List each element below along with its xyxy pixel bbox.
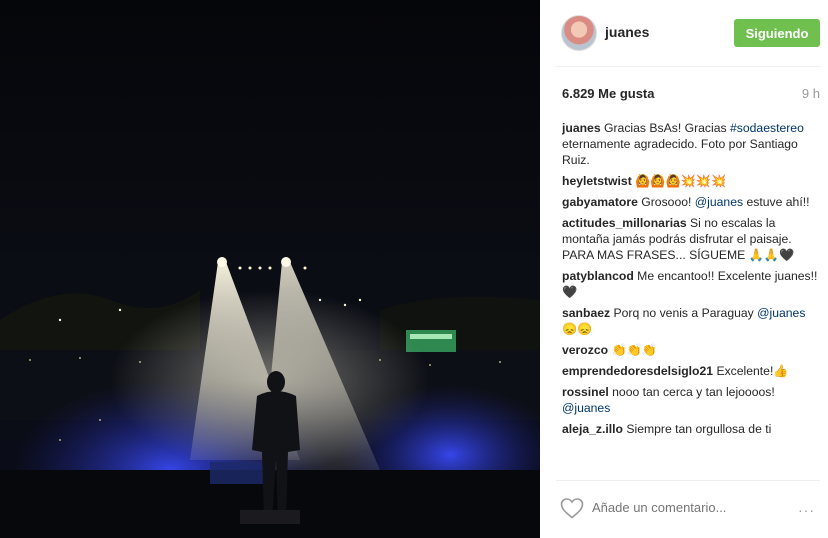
comment-username[interactable]: aleja_z.illo: [562, 422, 623, 436]
comment-item: emprendedoresdelsiglo21 Excelente!👍: [562, 363, 820, 379]
comment-username[interactable]: emprendedoresdelsiglo21: [562, 364, 713, 378]
author-username[interactable]: juanes: [605, 24, 649, 40]
post-photo[interactable]: [0, 0, 540, 538]
comment-item: actitudes_millonarias Si no escalas la m…: [562, 215, 820, 263]
comment-item: gabyamatore Grosooo! @juanes estuve ahí!…: [562, 194, 820, 210]
comment-item: aleja_z.illo Siempre tan orgullosa de ti: [562, 421, 820, 437]
comment-link[interactable]: @juanes: [757, 306, 805, 320]
comment-link[interactable]: #sodaestereo: [730, 121, 804, 135]
comment-text: Siempre tan orgullosa de ti: [626, 422, 772, 436]
comment-item: rossinel nooo tan cerca y tan lejoooos! …: [562, 384, 820, 416]
comment-text: estuve ahí!!: [743, 195, 810, 209]
comment-text: 😞😞: [562, 322, 593, 336]
post-side-panel: juanes Siguiendo 6.829 Me gusta 9 h juan…: [540, 0, 828, 538]
comment-text: nooo tan cerca y tan lejoooos!: [612, 385, 775, 399]
comment-input[interactable]: [592, 500, 782, 515]
comment-username[interactable]: patyblancod: [562, 269, 634, 283]
comment-username[interactable]: juanes: [562, 121, 601, 135]
comment-item: patyblancod Me encantoo!! Excelente juan…: [562, 268, 820, 300]
comment-username[interactable]: actitudes_millonarias: [562, 216, 687, 230]
comment-text: Excelente!👍: [716, 364, 789, 378]
heart-icon[interactable]: [560, 497, 584, 519]
comment-username[interactable]: heyletstwist: [562, 174, 632, 188]
comment-text: 🙆🙆🙆💥💥💥: [635, 174, 727, 188]
comment-username[interactable]: sanbaez: [562, 306, 610, 320]
comment-text: Grosooo!: [641, 195, 695, 209]
comment-text: Porq no venis a Paraguay: [613, 306, 758, 320]
likes-count[interactable]: 6.829 Me gusta: [562, 86, 655, 101]
concert-stage-image: [0, 0, 540, 538]
comment-link[interactable]: @juanes: [562, 401, 610, 415]
comment-item: verozco 👏👏👏: [562, 342, 820, 358]
comment-text: eternamente agradecido. Foto por Santiag…: [562, 137, 798, 167]
post-header: juanes Siguiendo: [540, 0, 828, 66]
comment-username[interactable]: verozco: [562, 343, 608, 357]
comment-item: juanes Gracias BsAs! Gracias #sodaestere…: [562, 120, 820, 168]
more-options-icon[interactable]: ···: [798, 502, 815, 518]
following-button[interactable]: Siguiendo: [734, 19, 820, 47]
comment-username[interactable]: gabyamatore: [562, 195, 638, 209]
comment-item: sanbaez Porq no venis a Paraguay @juanes…: [562, 305, 820, 337]
comment-username[interactable]: rossinel: [562, 385, 609, 399]
comment-text: Gracias BsAs! Gracias: [604, 121, 730, 135]
header-divider: [556, 66, 820, 67]
post-time[interactable]: 9 h: [802, 86, 820, 101]
comments-list[interactable]: juanes Gracias BsAs! Gracias #sodaestere…: [562, 120, 820, 478]
comment-item: heyletstwist 🙆🙆🙆💥💥💥: [562, 173, 820, 189]
avatar[interactable]: [561, 15, 597, 51]
comment-link[interactable]: @juanes: [695, 195, 743, 209]
footer-divider: [556, 480, 820, 481]
comment-text: 👏👏👏: [611, 343, 657, 357]
